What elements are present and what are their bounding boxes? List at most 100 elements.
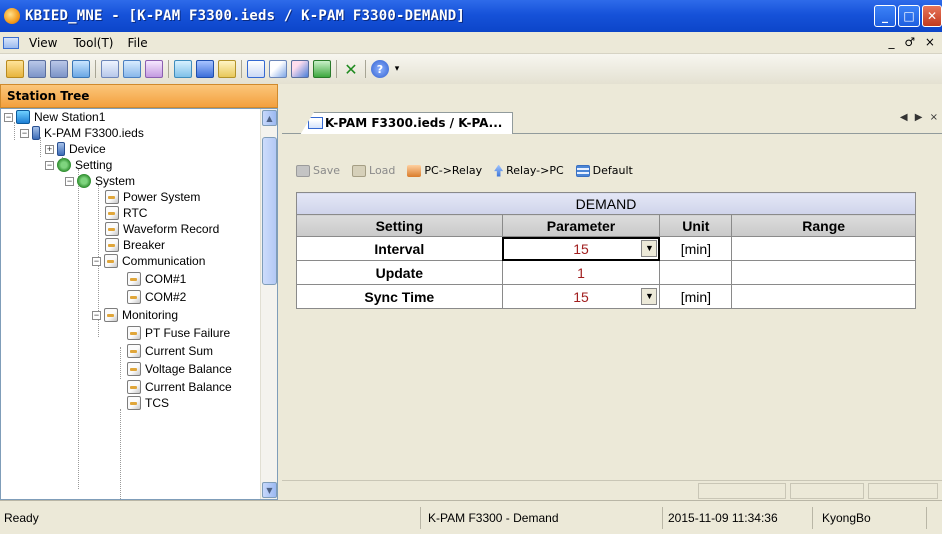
unit-value (659, 260, 733, 285)
monitor-icon[interactable] (196, 60, 214, 78)
tree-node-rtc[interactable]: RTC (105, 205, 147, 221)
save-button[interactable]: Save (296, 164, 340, 177)
demand-settings-table: DEMAND Setting Parameter Unit Range Inte… (296, 192, 916, 309)
document-icon (127, 396, 141, 410)
gear-icon (57, 158, 71, 172)
tree-node-setting[interactable]: − Setting (45, 157, 112, 173)
tree-node-system[interactable]: − System (65, 173, 135, 189)
delete-icon[interactable]: ✕ (342, 60, 360, 79)
status-divider (926, 507, 927, 529)
update-field[interactable]: 1 (501, 260, 661, 285)
tree-node-current-sum[interactable]: Current Sum (127, 343, 213, 359)
tree-node-pt-fuse-failure[interactable]: PT Fuse Failure (127, 325, 230, 341)
menu-tool[interactable]: Tool(T) (73, 36, 113, 50)
open-folder-icon[interactable] (6, 60, 24, 78)
calendar-icon[interactable] (218, 60, 236, 78)
scroll-up-button[interactable]: ▲ (262, 110, 277, 126)
setting-name: Interval (296, 236, 503, 261)
tree-node-waveform-record[interactable]: Waveform Record (105, 221, 219, 237)
chevron-down-icon[interactable]: ▼ (641, 288, 658, 305)
status-datetime: 2015-11-09 11:34:36 (668, 511, 778, 525)
scroll-thumb[interactable] (262, 137, 277, 285)
document-icon[interactable] (101, 60, 119, 78)
scroll-down-button[interactable]: ▼ (262, 482, 277, 498)
collapse-toggle[interactable]: − (92, 310, 101, 320)
tree-node-current-balance[interactable]: Current Balance (127, 379, 232, 395)
tree-node-label: Breaker (123, 238, 166, 252)
compare-icon[interactable] (291, 60, 309, 78)
toolbar-separator (95, 60, 96, 78)
close-button[interactable]: ✕ (922, 5, 942, 27)
maximize-button[interactable]: □ (898, 5, 920, 27)
tree-node-monitoring[interactable]: − Monitoring (92, 307, 178, 323)
network-icon[interactable] (72, 60, 90, 78)
load-button[interactable]: Load (352, 164, 395, 177)
document-icon (105, 238, 119, 252)
save-all-icon[interactable] (50, 60, 68, 78)
window-icon (308, 117, 323, 129)
menu-view[interactable]: View (29, 36, 57, 50)
pc-to-relay-button[interactable]: PC->Relay (407, 164, 482, 177)
footer-cell (698, 483, 786, 499)
tree-node-label: PT Fuse Failure (145, 326, 231, 340)
toolbar: ✕ ? ▾ (0, 54, 942, 84)
window-title: KBIED_MNE - [K-PAM F3300.ieds / K-PAM F3… (25, 8, 466, 24)
collapse-toggle[interactable]: − (92, 256, 101, 266)
tree-vertical-scrollbar[interactable]: ▲ ▼ (260, 109, 277, 499)
status-divider (420, 507, 421, 529)
graph-icon[interactable] (269, 60, 287, 78)
sync-time-dropdown[interactable]: 15 ▼ (501, 284, 661, 309)
expand-toggle[interactable]: + (45, 144, 54, 154)
tree-node-voltage-balance[interactable]: Voltage Balance (127, 361, 232, 377)
save-icon[interactable] (28, 60, 46, 78)
document-icon (104, 254, 118, 268)
interval-dropdown[interactable]: 15 ▼ (501, 236, 661, 261)
collapse-toggle[interactable]: − (4, 112, 13, 122)
station-tree-header: Station Tree (0, 84, 278, 108)
minimize-button[interactable]: _ (874, 5, 896, 27)
window-icon[interactable] (247, 60, 265, 78)
tab-demand[interactable]: K-PAM F3300.ieds / K-PA... (300, 112, 514, 135)
edit-icon[interactable] (123, 60, 141, 78)
mdi-window-controls[interactable]: _ ♂ × (889, 35, 938, 49)
parameter-value: 1 (577, 264, 585, 281)
column-header-parameter: Parameter (501, 214, 661, 237)
menu-file[interactable]: File (128, 36, 148, 50)
connect-icon[interactable] (174, 60, 192, 78)
tree-node-tcs[interactable]: TCS (127, 395, 169, 411)
chevron-down-icon[interactable]: ▼ (641, 240, 658, 257)
tab-navigation[interactable]: ◀ ▶ × (900, 112, 940, 123)
relay-to-pc-button[interactable]: Relay->PC (494, 164, 564, 177)
collapse-toggle[interactable]: − (45, 160, 54, 170)
collapse-toggle[interactable]: − (20, 128, 29, 138)
default-button[interactable]: Default (575, 164, 633, 177)
tree-node-communication[interactable]: − Communication (92, 253, 205, 269)
tree-node-breaker[interactable]: Breaker (105, 237, 165, 253)
tree-node-label: K-PAM F3300.ieds (44, 126, 144, 140)
document-icon (105, 222, 119, 236)
document-tab-strip: K-PAM F3300.ieds / K-PA... (282, 108, 942, 135)
menu-bar: View Tool(T) File _ ♂ × (0, 32, 942, 54)
table-row: Interval 15 ▼ [min] (296, 236, 916, 261)
wizard-icon[interactable] (145, 60, 163, 78)
download-icon[interactable] (313, 60, 331, 78)
tree-node-com1[interactable]: COM#1 (127, 271, 186, 287)
tree-node-device[interactable]: + Device (45, 141, 106, 157)
toolbar-overflow-icon[interactable]: ▾ (393, 60, 401, 78)
tree-node-com2[interactable]: COM#2 (127, 289, 186, 305)
tree-node-label: Device (69, 142, 106, 156)
unit-value: [min] (659, 284, 733, 309)
tree-node-power-system[interactable]: Power System (105, 189, 200, 205)
station-tree[interactable]: − New Station1 − K-PAM F3300.ieds + Devi… (0, 108, 278, 500)
folder-icon (352, 164, 367, 177)
collapse-toggle[interactable]: − (65, 176, 74, 186)
tree-node-station[interactable]: − New Station1 (4, 109, 105, 125)
tree-node-label: COM#1 (145, 272, 187, 286)
toolbar-separator (365, 60, 366, 78)
help-icon[interactable]: ? (371, 60, 389, 78)
demand-settings-panel: Save Load PC->Relay Relay->PC Default DE… (282, 134, 942, 480)
tree-node-ied[interactable]: − K-PAM F3300.ieds (20, 125, 144, 141)
unit-value: [min] (659, 236, 733, 261)
table-group-title: DEMAND (296, 192, 916, 215)
tree-connector (120, 409, 121, 499)
